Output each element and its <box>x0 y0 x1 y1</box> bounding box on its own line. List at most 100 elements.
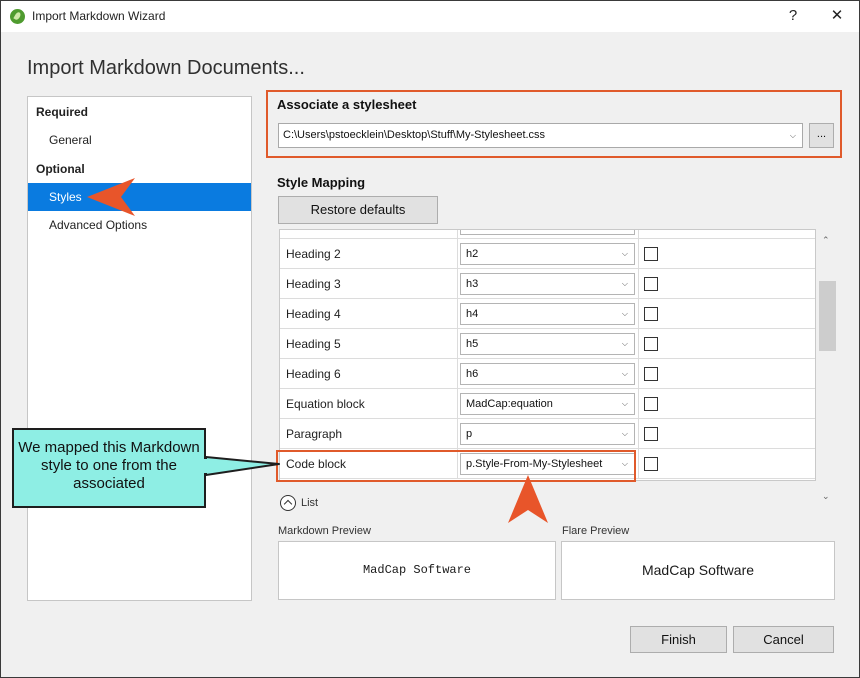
chevron-down-icon: ⌵ <box>621 309 628 318</box>
markdown-style-name: Heading 2 <box>286 247 341 261</box>
style-combo-value: MadCap:equation <box>466 398 553 410</box>
collapse-list-icon[interactable] <box>280 495 296 511</box>
markdown-preview-box: MadCap Software <box>278 541 556 600</box>
restore-defaults-button[interactable]: Restore defaults <box>278 196 438 224</box>
column-divider <box>457 269 458 299</box>
style-combo-value: h2 <box>466 248 479 260</box>
column-divider <box>457 419 458 449</box>
row-checkbox[interactable] <box>644 397 658 411</box>
page-title: Import Markdown Documents... <box>27 57 305 79</box>
chevron-down-icon: ⌵ <box>621 339 628 348</box>
flare-preview-label: Flare Preview <box>562 525 630 537</box>
grid-scrollbar[interactable]: ⌃ ⌄ <box>819 229 836 511</box>
chevron-down-icon: ⌵ <box>789 131 796 140</box>
list-section-label: List <box>301 497 319 507</box>
markdown-style-name: Heading 5 <box>286 337 341 351</box>
style-combo[interactable]: p ⌵ <box>460 423 635 445</box>
table-row: Heading 6 h6 ⌵ <box>280 359 815 389</box>
style-combo-value: h5 <box>466 338 479 350</box>
column-divider <box>638 329 639 359</box>
flare-preview-text: MadCap Software <box>641 562 755 578</box>
column-divider <box>638 230 639 239</box>
markdown-style-name: Paragraph <box>286 427 343 441</box>
title-bar: Import Markdown Wizard ? ✕ <box>1 1 859 32</box>
column-divider <box>638 269 639 299</box>
column-divider <box>638 389 639 419</box>
row-checkbox[interactable] <box>644 367 658 381</box>
column-divider <box>457 230 458 239</box>
style-combo[interactable]: h3 ⌵ <box>460 273 635 295</box>
nav-item-general[interactable]: General <box>28 126 251 154</box>
column-divider <box>457 389 458 419</box>
chevron-down-icon: ⌵ <box>621 429 628 438</box>
wizard-nav: Required General Optional Styles Advance… <box>27 96 252 601</box>
scroll-up-icon[interactable]: ⌃ <box>822 235 830 246</box>
nav-group-optional: Optional <box>36 162 85 176</box>
column-divider <box>457 239 458 269</box>
style-mapping-grid: Heading 2 h2 ⌵ Heading 3 h3 ⌵ Heading 4 h4… <box>279 229 816 481</box>
style-combo-value: h6 <box>466 368 479 380</box>
row-checkbox[interactable] <box>644 247 658 261</box>
table-row: Code block p.Style-From-My-Stylesheet ⌵ <box>280 449 815 479</box>
flare-preview-box: MadCap Software <box>561 541 835 600</box>
app-logo-icon <box>10 9 25 24</box>
markdown-style-name: Heading 4 <box>286 307 341 321</box>
nav-item-styles[interactable]: Styles <box>28 183 251 211</box>
close-button[interactable]: ✕ <box>825 5 849 27</box>
markdown-style-name: Heading 3 <box>286 277 341 291</box>
column-divider <box>638 239 639 269</box>
window-title: Import Markdown Wizard <box>32 9 166 23</box>
style-mapping-label: Style Mapping <box>277 175 366 190</box>
style-combo[interactable]: h4 ⌵ <box>460 303 635 325</box>
style-combo[interactable]: h6 ⌵ <box>460 363 635 385</box>
table-row <box>280 230 815 239</box>
column-divider <box>457 449 458 479</box>
stylesheet-path-value: C:\Users\pstoecklein\Desktop\Stuff\My-St… <box>283 129 546 141</box>
style-combo-value: p.Style-From-My-Stylesheet <box>466 458 603 470</box>
annotation-callout: We mapped this Markdown style to one fro… <box>12 428 206 508</box>
nav-item-advanced-options[interactable]: Advanced Options <box>28 211 251 239</box>
scroll-thumb[interactable] <box>819 281 836 351</box>
style-combo-value: h4 <box>466 308 479 320</box>
wizard-window: Import Markdown Wizard ? ✕ Import Markdo… <box>0 0 860 678</box>
row-checkbox[interactable] <box>644 307 658 321</box>
column-divider <box>638 299 639 329</box>
chevron-down-icon: ⌵ <box>621 459 628 468</box>
help-button[interactable]: ? <box>781 5 805 27</box>
chevron-down-icon: ⌵ <box>621 279 628 288</box>
column-divider <box>638 419 639 449</box>
style-combo[interactable]: MadCap:equation ⌵ <box>460 393 635 415</box>
style-combo-value: p <box>466 428 473 440</box>
markdown-preview-label: Markdown Preview <box>278 525 371 537</box>
markdown-preview-text: MadCap Software <box>362 563 472 577</box>
nav-group-required: Required <box>36 105 89 119</box>
markdown-style-name: Equation block <box>286 397 365 411</box>
style-combo[interactable]: h5 ⌵ <box>460 333 635 355</box>
markdown-style-name: Code block <box>286 457 347 471</box>
style-combo[interactable]: h2 ⌵ <box>460 243 635 265</box>
chevron-down-icon: ⌵ <box>621 399 628 408</box>
cancel-button[interactable]: Cancel <box>733 626 834 653</box>
row-checkbox[interactable] <box>644 277 658 291</box>
column-divider <box>638 359 639 389</box>
style-combo-value: h3 <box>466 278 479 290</box>
table-row: Equation block MadCap:equation ⌵ <box>280 389 815 419</box>
row-pointer-arrow-icon <box>508 475 548 523</box>
chevron-down-icon: ⌵ <box>621 369 628 378</box>
style-combo[interactable] <box>460 230 635 235</box>
scroll-down-icon[interactable]: ⌄ <box>822 491 830 502</box>
finish-button[interactable]: Finish <box>630 626 727 653</box>
style-combo[interactable]: p.Style-From-My-Stylesheet ⌵ <box>460 453 635 475</box>
stylesheet-label: Associate a stylesheet <box>277 97 417 112</box>
column-divider <box>457 329 458 359</box>
chevron-down-icon: ⌵ <box>621 249 628 258</box>
table-row: Heading 3 h3 ⌵ <box>280 269 815 299</box>
row-checkbox[interactable] <box>644 427 658 441</box>
row-checkbox[interactable] <box>644 457 658 471</box>
column-divider <box>457 299 458 329</box>
browse-button[interactable]: ... <box>809 123 834 148</box>
row-checkbox[interactable] <box>644 337 658 351</box>
table-row: Paragraph p ⌵ <box>280 419 815 449</box>
markdown-style-name: Heading 6 <box>286 367 341 381</box>
stylesheet-path-combo[interactable]: C:\Users\pstoecklein\Desktop\Stuff\My-St… <box>278 123 803 148</box>
